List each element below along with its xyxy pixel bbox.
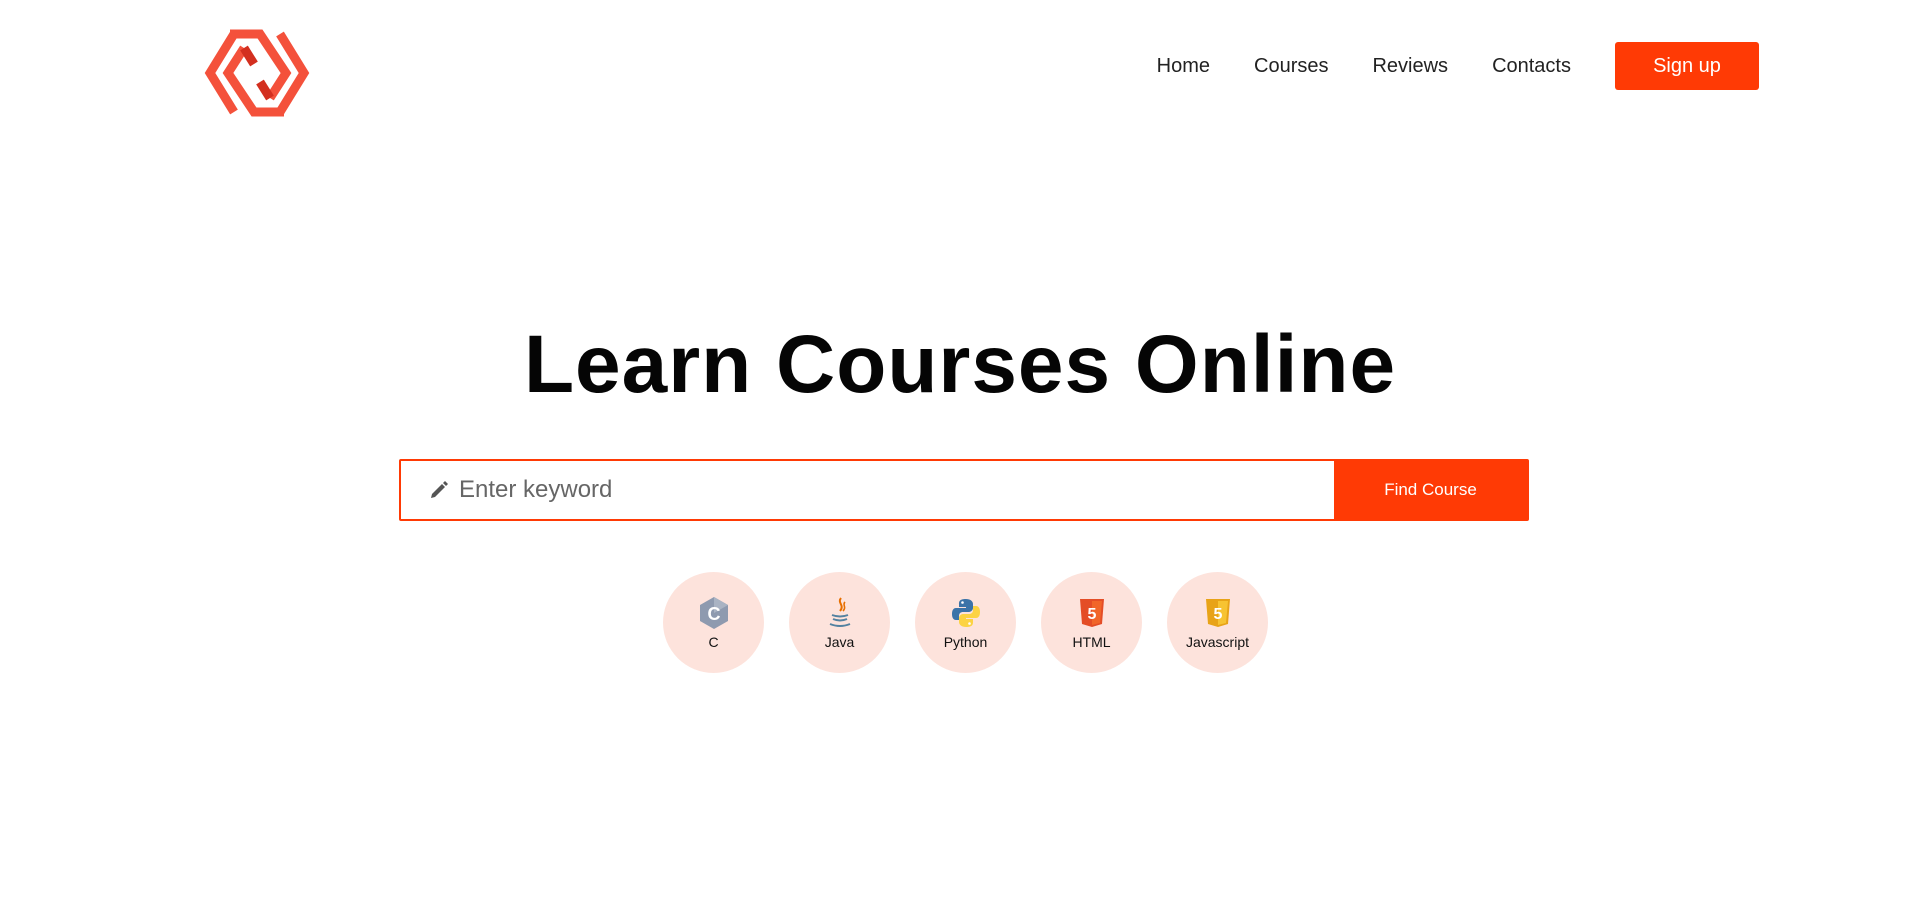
site-header: Home Courses Reviews Contacts Sign up <box>0 0 1920 150</box>
svg-text:5: 5 <box>1213 606 1222 623</box>
page: Home Courses Reviews Contacts Sign up Le… <box>0 0 1920 921</box>
nav-courses-link[interactable]: Courses <box>1254 55 1328 78</box>
nav-home-link[interactable]: Home <box>1157 55 1210 78</box>
keyword-search-input[interactable] <box>457 475 1334 505</box>
category-label: C <box>708 633 719 650</box>
category-python[interactable]: Python <box>915 572 1016 673</box>
python-icon <box>949 596 983 630</box>
category-c[interactable]: C C <box>663 572 764 673</box>
c-language-icon: C <box>697 596 731 630</box>
javascript-icon: 5 <box>1201 596 1235 630</box>
svg-text:5: 5 <box>1087 606 1096 623</box>
course-search-bar: Find Course <box>399 459 1529 521</box>
nav-reviews-link[interactable]: Reviews <box>1372 55 1448 78</box>
java-icon <box>823 596 857 630</box>
html5-icon: 5 <box>1075 596 1109 630</box>
svg-text:C: C <box>707 604 720 624</box>
category-javascript[interactable]: 5 Javascript <box>1167 572 1268 673</box>
category-list: C C Java Python 5 HTML 5 Javascript <box>663 572 1293 673</box>
category-label: Javascript <box>1185 633 1250 650</box>
hero-title: Learn Courses Online <box>523 319 1397 410</box>
nav-contacts-link[interactable]: Contacts <box>1492 55 1571 78</box>
category-java[interactable]: Java <box>789 572 890 673</box>
category-html[interactable]: 5 HTML <box>1041 572 1142 673</box>
pencil-icon <box>429 480 449 500</box>
category-label: HTML <box>1072 633 1111 650</box>
main-nav: Home Courses Reviews Contacts Sign up <box>1157 42 1759 90</box>
hexagon-logo-icon[interactable] <box>200 28 314 118</box>
category-label: Python <box>943 633 988 650</box>
category-label: Java <box>824 633 855 650</box>
signup-button[interactable]: Sign up <box>1615 42 1759 90</box>
search-input-wrapper <box>401 461 1334 519</box>
find-course-button[interactable]: Find Course <box>1334 461 1527 519</box>
